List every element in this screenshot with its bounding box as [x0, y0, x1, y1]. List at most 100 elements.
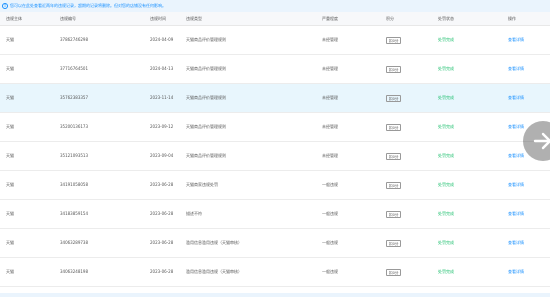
type-cell: 滥用信息滥用违规（天猫审核）	[186, 240, 242, 245]
table-row: 天猫 35762383357 2023-11-14 天猫商品评价管理规则 未经管…	[0, 84, 550, 113]
subject-cell: 天猫	[6, 37, 14, 42]
column-header: 积分	[386, 16, 394, 21]
type-cell: 天猫商品评价管理规则	[186, 66, 226, 71]
status-cell: 处罚完成	[438, 269, 454, 274]
subject-cell: 天猫	[6, 124, 14, 129]
severity-cell: 未经管理	[322, 124, 338, 129]
violation-table: 违规主体 违规编号 违规时间 违规类型 严重程度 积分 处罚状态 操作	[0, 12, 550, 26]
view-details-link[interactable]: 查看详情	[508, 55, 524, 83]
type-cell: 天猫商品评价管理规则	[186, 95, 226, 100]
points-cell: 扣0分	[386, 258, 402, 286]
view-details-link[interactable]: 查看详情	[508, 142, 524, 170]
notice-bar: ! 您可以在此处查看近两年的违规记录，超期的记录将删除。但对您的店铺没有任何影响…	[0, 0, 550, 12]
id-cell: 34063248198	[60, 269, 88, 274]
status-cell: 处罚完成	[438, 240, 454, 245]
points-cell: 扣0分	[386, 229, 402, 257]
type-cell: 天猫商家违规处罚	[186, 182, 218, 187]
table-row: 天猫 37716764501 2024-04-13 天猫商品评价管理规则 未经管…	[0, 55, 550, 84]
date-cell: 2024-04-09	[150, 37, 174, 42]
view-details-link[interactable]: 查看详情	[508, 171, 524, 199]
id-cell: 37862746298	[60, 37, 88, 42]
status-cell: 处罚完成	[438, 66, 454, 71]
table-body: 天猫 37862746298 2024-04-09 天猫商品评价管理规则 未经管…	[0, 26, 550, 287]
column-header: 违规类型	[186, 16, 202, 21]
subject-cell: 天猫	[6, 95, 14, 100]
table-row: 天猫 34063248198 2023-06-28 滥用信息滥用违规（天猫审核）…	[0, 258, 550, 287]
severity-cell: 未经管理	[322, 37, 338, 42]
view-details-link[interactable]: 查看详情	[508, 113, 524, 141]
info-icon: !	[2, 3, 8, 9]
severity-cell: 未经管理	[322, 66, 338, 71]
points-cell: 扣0分	[386, 142, 402, 170]
date-cell: 2023-06-28	[150, 240, 174, 245]
points-tag: 扣0分	[386, 181, 402, 189]
view-details-link[interactable]: 查看详情	[508, 84, 524, 112]
column-header: 违规时间	[150, 16, 166, 21]
id-cell: 35121093513	[60, 153, 88, 158]
points-tag: 扣0分	[386, 210, 402, 218]
column-header: 违规编号	[60, 16, 76, 21]
date-cell: 2023-06-28	[150, 182, 174, 187]
severity-cell: 未经管理	[322, 153, 338, 158]
status-cell: 处罚完成	[438, 211, 454, 216]
table-row: 天猫 35121093513 2023-09-04 天猫商品评价管理规则 未经管…	[0, 142, 550, 171]
date-cell: 2023-06-28	[150, 269, 174, 274]
severity-cell: 一般违规	[322, 269, 338, 274]
table-row: 天猫 35200136173 2023-09-12 天猫商品评价管理规则 未经管…	[0, 113, 550, 142]
type-cell: 滥用信息滥用违规（天猫审核）	[186, 269, 242, 274]
status-cell: 处罚完成	[438, 153, 454, 158]
subject-cell: 天猫	[6, 269, 14, 274]
arrow-right-icon	[532, 130, 550, 152]
view-details-link[interactable]: 查看详情	[508, 200, 524, 228]
id-cell: 34183859154	[60, 211, 88, 216]
points-tag: 扣0分	[386, 36, 402, 44]
subject-cell: 天猫	[6, 182, 14, 187]
id-cell: 35200136173	[60, 124, 88, 129]
table-header: 违规主体 违规编号 违规时间 违规类型 严重程度 积分 处罚状态 操作	[0, 12, 550, 26]
severity-cell: 一般违规	[322, 240, 338, 245]
points-tag: 扣0分	[386, 239, 402, 247]
date-cell: 2023-11-14	[150, 95, 174, 100]
column-header: 严重程度	[322, 16, 338, 21]
table-row: 天猫 34063289738 2023-06-28 滥用信息滥用违规（天猫审核）…	[0, 229, 550, 258]
status-cell: 处罚完成	[438, 124, 454, 129]
type-cell: 描述不符	[186, 211, 202, 216]
subject-cell: 天猫	[6, 66, 14, 71]
severity-cell: 未经管理	[322, 95, 338, 100]
type-cell: 天猫商品评价管理规则	[186, 124, 226, 129]
notice-text: 您可以在此处查看近两年的违规记录，超期的记录将删除。但对您的店铺没有任何影响。	[10, 3, 166, 8]
subject-cell: 天猫	[6, 153, 14, 158]
subject-cell: 天猫	[6, 211, 14, 216]
table-row: 天猫 34191058058 2023-06-28 天猫商家违规处罚 一般违规 …	[0, 171, 550, 200]
date-cell: 2024-04-13	[150, 66, 174, 71]
subject-cell: 天猫	[6, 240, 14, 245]
points-cell: 扣0分	[386, 55, 402, 83]
column-header: 处罚状态	[438, 16, 454, 21]
type-cell: 天猫商品评价管理规则	[186, 153, 226, 158]
status-cell: 处罚完成	[438, 37, 454, 42]
status-cell: 处罚完成	[438, 182, 454, 187]
points-cell: 扣0分	[386, 171, 402, 199]
points-cell: 扣0分	[386, 113, 402, 141]
table-row: 天猫 37862746298 2024-04-09 天猫商品评价管理规则 未经管…	[0, 26, 550, 55]
type-cell: 天猫商品评价管理规则	[186, 37, 226, 42]
id-cell: 34063289738	[60, 240, 88, 245]
view-details-link[interactable]: 查看详情	[508, 229, 524, 257]
table-row: 天猫 34183859154 2023-06-28 描述不符 一般违规 扣0分 …	[0, 200, 550, 229]
date-cell: 2023-06-28	[150, 211, 174, 216]
date-cell: 2023-09-04	[150, 153, 174, 158]
points-tag: 扣0分	[386, 268, 402, 276]
id-cell: 34191058058	[60, 182, 88, 187]
id-cell: 35762383357	[60, 95, 88, 100]
bottom-bar	[0, 293, 550, 297]
view-details-link[interactable]: 查看详情	[508, 258, 524, 286]
date-cell: 2023-09-12	[150, 124, 174, 129]
column-header: 违规主体	[6, 16, 22, 21]
status-cell: 处罚完成	[438, 95, 454, 100]
points-cell: 扣0分	[386, 200, 402, 228]
view-details-link[interactable]: 查看详情	[508, 26, 524, 54]
column-header: 操作	[508, 16, 516, 21]
points-tag: 扣0分	[386, 123, 402, 131]
id-cell: 37716764501	[60, 66, 88, 71]
points-cell: 扣0分	[386, 84, 402, 112]
